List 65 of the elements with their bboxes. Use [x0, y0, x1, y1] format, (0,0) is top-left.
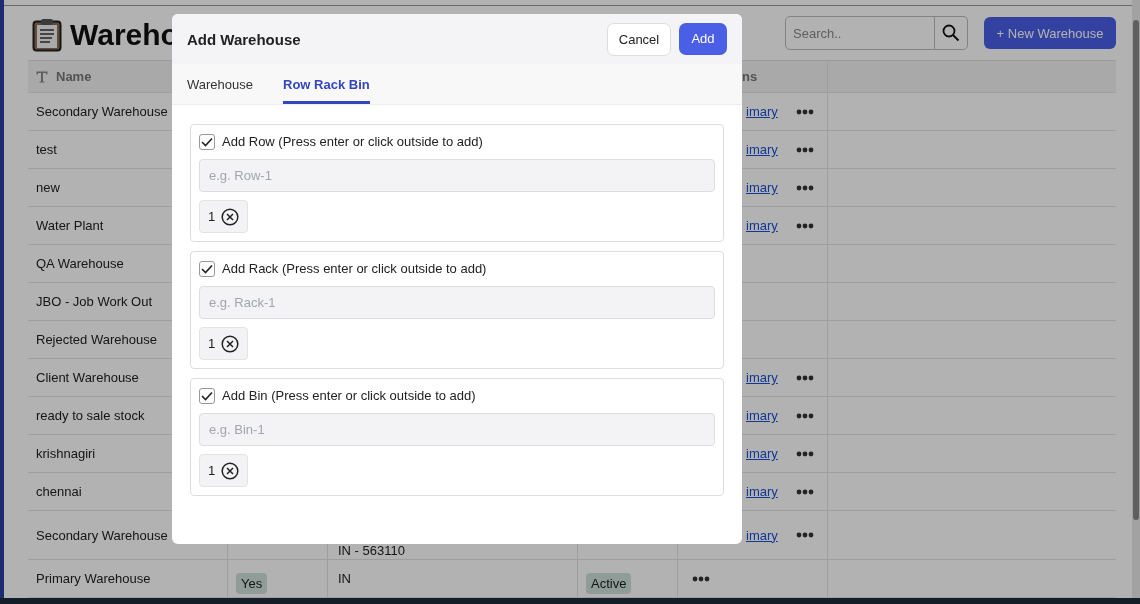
remove-icon[interactable] — [221, 334, 240, 353]
search-icon — [942, 24, 960, 43]
more-icon[interactable] — [795, 146, 814, 153]
primary-link[interactable]: imary — [746, 218, 778, 233]
remove-icon[interactable] — [221, 207, 240, 226]
default-tag: Yes — [236, 573, 268, 594]
warehouse-name: Water Plant — [36, 218, 104, 233]
checkbox-label: Add Bin (Press enter or click outside to add) — [222, 388, 476, 404]
more-icon[interactable] — [692, 575, 710, 582]
warehouse-name: chennai — [36, 484, 82, 499]
warehouse-name: krishnagiri — [36, 446, 96, 461]
primary-link[interactable]: imary — [746, 446, 778, 461]
primary-link[interactable]: imary — [746, 527, 778, 543]
more-icon[interactable] — [795, 488, 814, 495]
column-header: ns — [742, 69, 758, 84]
location-text: IN - 563110 — [338, 542, 405, 558]
tab[interactable]: Row Rack Bin — [283, 64, 370, 104]
more-icon[interactable] — [795, 374, 814, 381]
text-type-icon — [36, 70, 48, 83]
chip-text: 1 — [208, 336, 216, 351]
more-icon[interactable] — [795, 184, 814, 191]
primary-link[interactable]: imary — [746, 104, 778, 119]
column-header: Name — [56, 69, 92, 84]
checkbox[interactable] — [199, 133, 215, 150]
more-icon[interactable] — [795, 222, 814, 229]
warehouse-name: test — [36, 142, 57, 157]
primary-link[interactable]: imary — [746, 370, 778, 385]
primary-link[interactable]: imary — [746, 484, 778, 499]
warehouse-name: ready to sale stock — [36, 408, 145, 423]
checkbox[interactable] — [199, 387, 215, 404]
clipboard-icon — [32, 18, 62, 53]
checkbox-label: Add Row (Press enter or click outside to add) — [222, 134, 483, 150]
more-icon[interactable] — [795, 108, 814, 115]
warehouse-name: Secondary Warehouse — [36, 527, 168, 543]
input-field[interactable]: e.g. Rack-1 — [199, 285, 715, 319]
new-warehouse-button[interactable]: + New Warehouse — [984, 17, 1116, 50]
tab[interactable]: Warehouse — [187, 64, 253, 104]
warehouse-name: Client Warehouse — [36, 370, 139, 385]
primary-link[interactable]: imary — [746, 180, 778, 195]
checkbox[interactable] — [199, 260, 215, 277]
more-icon[interactable] — [795, 412, 814, 419]
warehouse-name: new — [36, 180, 60, 195]
warehouse-name: QA Warehouse — [36, 256, 124, 271]
checkbox-label: Add Rack (Press enter or click outside to add) — [222, 261, 487, 277]
more-icon[interactable] — [795, 450, 814, 457]
scrollbar-thumb[interactable] — [1133, 20, 1139, 520]
warehouse-name: JBO - Job Work Out — [36, 294, 153, 309]
dialog-title: Add Warehouse — [187, 30, 301, 48]
location-text: IN — [338, 571, 351, 586]
search-field[interactable]: Search.. — [785, 16, 935, 51]
input-field[interactable]: e.g. Bin-1 — [199, 412, 715, 446]
search-button[interactable] — [935, 16, 968, 51]
primary-link[interactable]: imary — [746, 142, 778, 157]
warehouse-name: Secondary Warehouse — [36, 104, 168, 119]
warehouse-name: Rejected Warehouse — [36, 332, 157, 347]
input-field[interactable]: e.g. Row-1 — [199, 158, 715, 192]
primary-link[interactable]: imary — [746, 408, 778, 423]
chip-text: 1 — [208, 463, 216, 478]
status-tag: Active — [586, 573, 632, 594]
chip-text: 1 — [208, 209, 216, 224]
add-button[interactable]: Add — [679, 22, 727, 55]
warehouse-name: Primary Warehouse — [36, 571, 151, 586]
more-icon[interactable] — [795, 532, 814, 538]
remove-icon[interactable] — [221, 461, 240, 480]
cancel-button[interactable]: Cancel — [607, 22, 671, 56]
